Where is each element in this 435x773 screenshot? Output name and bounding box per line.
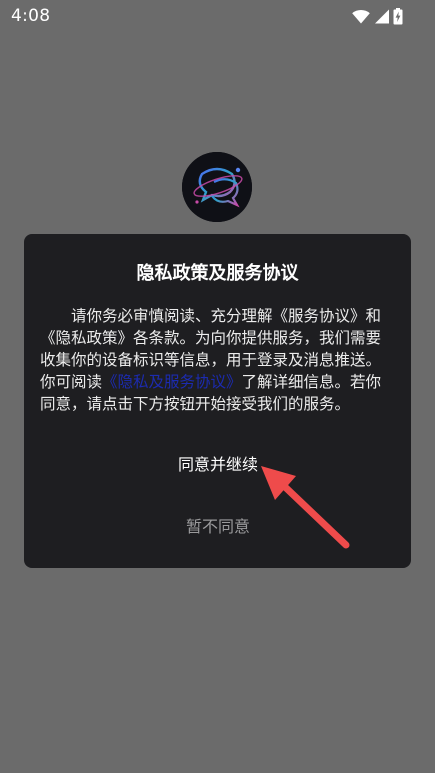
status-bar: 4:08 [0,0,435,32]
dialog-body: 请你务必审慎阅读、充分理解《服务协议》和《隐私政策》各条款。为向你提供服务，我们… [40,305,396,415]
decline-button[interactable]: 暂不同意 [177,513,259,541]
privacy-service-agreement-link[interactable]: 《隐私及服务协议》 [102,373,242,391]
cell-signal-icon [375,9,389,23]
chat-planet-logo [182,152,252,222]
status-time: 4:08 [11,6,51,26]
battery-charging-icon [393,7,403,24]
dialog-title: 隐私政策及服务协议 [136,263,299,284]
wifi-icon [352,9,370,23]
status-icons [352,7,403,25]
agree-continue-button[interactable]: 同意并继续 [167,451,269,479]
app-logo [182,152,252,222]
privacy-dialog: 隐私政策及服务协议 请你务必审慎阅读、充分理解《服务协议》和《隐私政策》各条款。… [24,234,411,568]
